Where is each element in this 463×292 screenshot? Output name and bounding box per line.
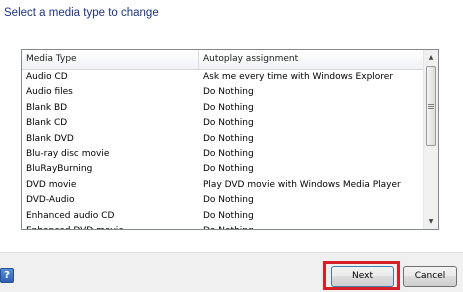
- autoplay-assignment-cell: Do Nothing: [203, 210, 254, 221]
- scrollbar-thumb[interactable]: [426, 66, 436, 146]
- scroll-up-arrow-icon[interactable]: ▲: [424, 50, 438, 65]
- list-item[interactable]: Blu-ray disc movie Do Nothing: [22, 147, 423, 162]
- thumb-grip-line: [428, 104, 434, 105]
- page-heading: Select a media type to change: [4, 7, 159, 19]
- autoplay-assignment-cell: Do Nothing: [203, 118, 254, 129]
- autoplay-assignment-cell: Ask me every time with Windows Explorer: [203, 72, 394, 82]
- help-icon[interactable]: ?: [0, 268, 14, 283]
- media-type-cell: BluRayBurning: [26, 164, 93, 175]
- list-header: Media Type Autoplay assignment: [22, 50, 423, 70]
- autoplay-assignment-cell: Do Nothing: [203, 133, 254, 144]
- autoplay-assignment-cell: Do Nothing: [203, 164, 254, 175]
- media-type-cell: Blank DVD: [26, 133, 74, 144]
- autoplay-assignment-cell: Do Nothing: [203, 102, 254, 113]
- media-type-cell: Audio files: [26, 87, 73, 98]
- column-header-autoplay-assignment[interactable]: Autoplay assignment: [199, 50, 425, 69]
- list-item[interactable]: DVD-Audio Do Nothing: [22, 193, 423, 208]
- media-type-cell: Blank BD: [26, 102, 68, 113]
- autoplay-assignment-cell: Do Nothing: [203, 87, 254, 98]
- column-header-media-type[interactable]: Media Type: [22, 50, 199, 69]
- cancel-button[interactable]: Cancel: [403, 266, 457, 287]
- media-type-cell: Enhanced audio CD: [26, 210, 115, 221]
- list-item[interactable]: Audio CD Ask me every time with Windows E…: [22, 70, 423, 85]
- thumb-grip-line: [428, 108, 434, 109]
- media-type-cell: DVD-Audio: [26, 195, 75, 206]
- autoplay-assignment-cell: Do Nothing: [199, 224, 423, 229]
- media-type-cell: Enhanced DVD movie: [22, 224, 199, 229]
- media-type-cell: Audio CD: [26, 72, 68, 82]
- next-button-highlight: [323, 261, 400, 290]
- media-type-cell: Blank CD: [26, 118, 68, 129]
- autoplay-assignment-cell: Play DVD movie with Windows Media Player: [203, 179, 401, 190]
- list-item[interactable]: BluRayBurning Do Nothing: [22, 162, 423, 177]
- list-item[interactable]: Blank CD Do Nothing: [22, 116, 423, 131]
- thumb-grip-line: [428, 106, 434, 107]
- media-type-list[interactable]: Media Type Autoplay assignment Audio CD A…: [21, 49, 439, 230]
- scroll-down-arrow-icon[interactable]: ▼: [424, 214, 438, 229]
- list-body: Audio CD Ask me every time with Windows E…: [22, 70, 423, 229]
- vertical-scrollbar[interactable]: ▲ ▼: [423, 50, 438, 229]
- media-type-cell: Blu-ray disc movie: [26, 148, 110, 159]
- autoplay-assignment-cell: Do Nothing: [203, 148, 254, 159]
- list-item[interactable]: Blank DVD Do Nothing: [22, 132, 423, 147]
- list-item[interactable]: Blank BD Do Nothing: [22, 101, 423, 116]
- list-item[interactable]: DVD movie Play DVD movie with Windows Med…: [22, 178, 423, 193]
- list-item[interactable]: Enhanced audio CD Do Nothing: [22, 209, 423, 224]
- autoplay-assignment-cell: Do Nothing: [203, 195, 254, 206]
- media-type-cell: DVD movie: [26, 179, 77, 190]
- list-item[interactable]: Audio files Do Nothing: [22, 85, 423, 100]
- list-item[interactable]: Enhanced DVD movieDo Nothing: [22, 224, 423, 229]
